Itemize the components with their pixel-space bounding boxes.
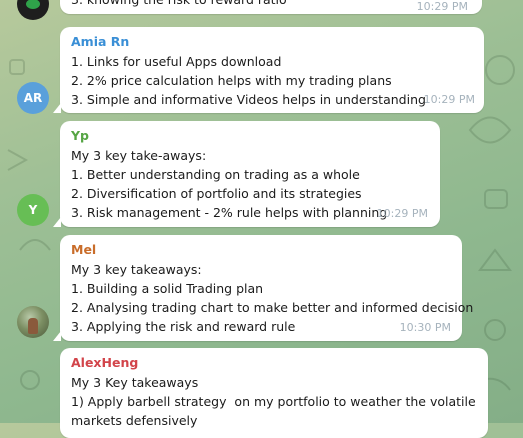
message-line: My 3 key takeaways: — [71, 262, 202, 277]
message-line: 3. knowing the risk to reward ratio — [71, 0, 287, 9]
avatar-initials: Y — [28, 203, 38, 217]
message-line: 3. Applying the risk and reward rule — [71, 319, 296, 334]
avatar[interactable]: Y — [17, 194, 49, 226]
message-line: markets defensively — [71, 413, 198, 428]
avatar[interactable]: AR — [17, 82, 49, 114]
message-line: My 3 key take-aways: — [71, 148, 207, 163]
message-line: 2. Diversification of portfolio and its … — [71, 186, 362, 201]
message-line: 1. Building a solid Trading plan — [71, 281, 264, 296]
message-bubble[interactable]: Yp My 3 key take-aways: 1. Better unders… — [53, 121, 440, 227]
message-bubble[interactable]: 3. knowing the risk to reward ratio 10:2… — [60, 0, 482, 14]
sender-name[interactable]: Yp — [71, 127, 430, 144]
message-time: 10:29 PM — [376, 207, 428, 220]
message-time: 10:29 PM — [416, 0, 468, 13]
message-line: 1. Links for useful Apps download — [71, 54, 282, 69]
avatar[interactable] — [17, 0, 49, 20]
avatar-logo-icon — [26, 0, 40, 9]
message-time: 10:29 PM — [423, 93, 475, 106]
message-line: 3. Simple and informative Videos helps i… — [71, 92, 426, 107]
message-line: 2. Analysing trading chart to make bette… — [71, 300, 474, 315]
message-line: My 3 Key takeaways — [71, 375, 199, 390]
sender-name[interactable]: Amia Rn — [71, 33, 474, 50]
message-time: 10:30 PM — [399, 321, 451, 334]
message-line: 1. Better understanding on trading as a … — [71, 167, 360, 182]
message-bubble[interactable]: Mel My 3 key takeaways: 1. Building a so… — [53, 235, 474, 341]
message-line: 2. 2% price calculation helps with my tr… — [71, 73, 392, 88]
sender-name[interactable]: Mel — [71, 241, 452, 258]
photo-avatar-icon — [28, 318, 38, 334]
message-line: 1) Apply barbell strategy on my portfoli… — [71, 394, 476, 409]
message-bubble[interactable]: AlexHeng My 3 Key takeaways 1) Apply bar… — [60, 348, 488, 438]
avatar[interactable] — [17, 306, 49, 338]
message-bubble[interactable]: Amia Rn 1. Links for useful Apps downloa… — [53, 27, 484, 113]
sender-name[interactable]: AlexHeng — [71, 354, 478, 371]
avatar-initials: AR — [23, 91, 43, 105]
